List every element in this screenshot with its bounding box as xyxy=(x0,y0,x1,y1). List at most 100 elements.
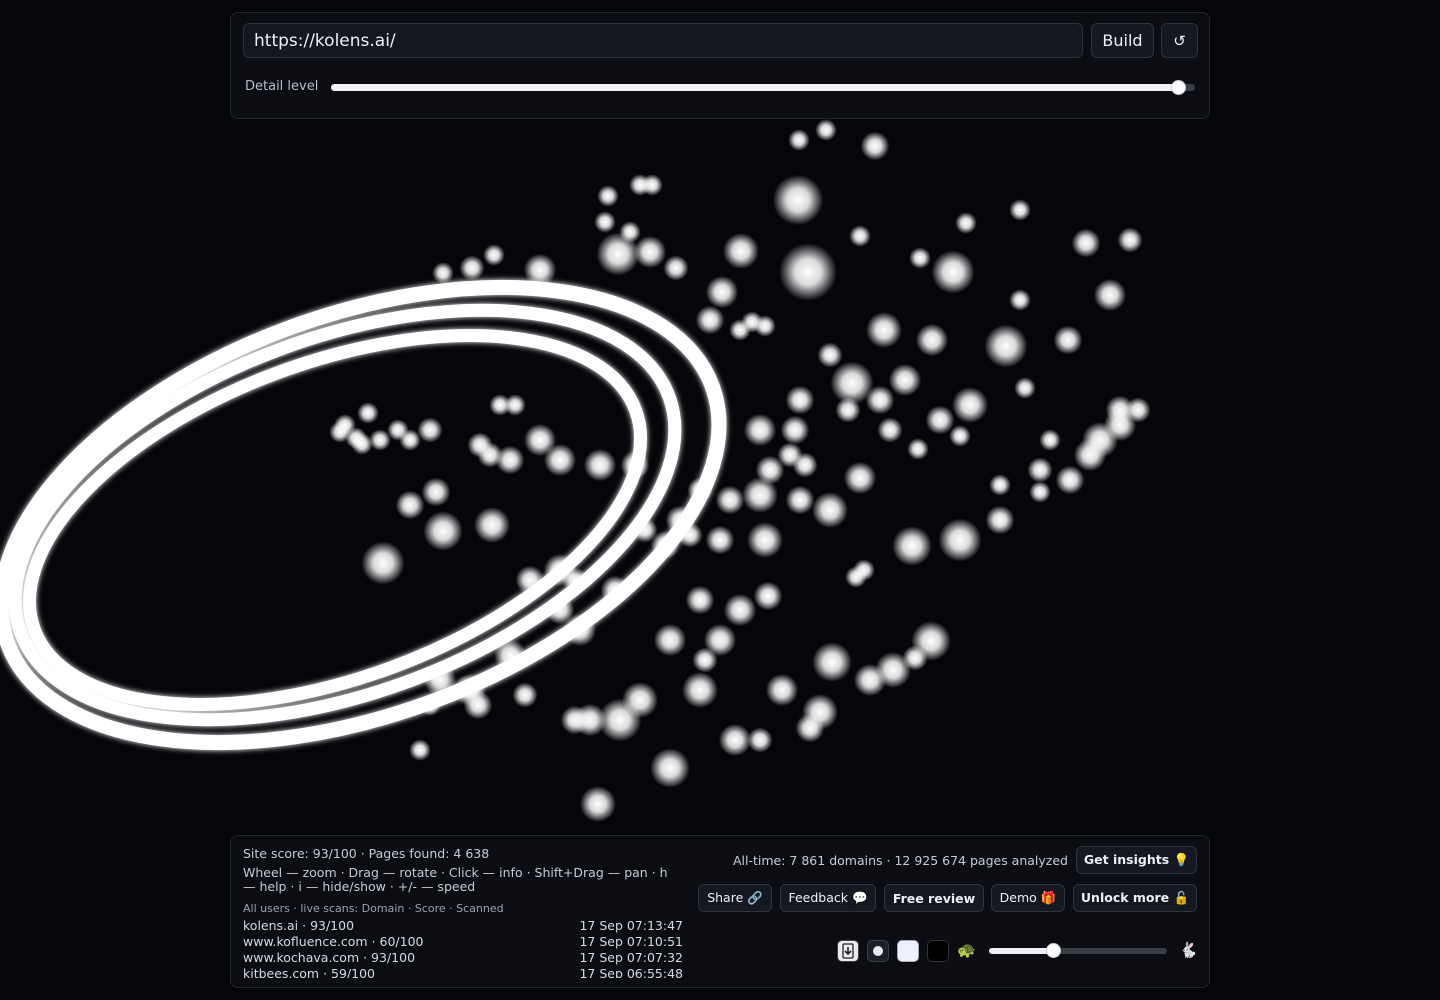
graph-node xyxy=(423,511,463,551)
graph-node xyxy=(583,448,617,482)
graph-node xyxy=(1053,325,1083,355)
graph-node xyxy=(619,221,641,243)
graph-node xyxy=(925,405,955,435)
get-insights-button[interactable]: Get insights 💡 xyxy=(1076,846,1197,874)
graph-node xyxy=(493,638,527,672)
detail-level-label: Detail level xyxy=(245,79,319,94)
speed-slider[interactable] xyxy=(989,943,1167,958)
graph-node xyxy=(663,255,689,281)
graph-node xyxy=(421,477,451,507)
graph-node xyxy=(815,119,837,141)
graph-node xyxy=(888,363,922,397)
list-item[interactable]: kitbees.com · 59/100 17 Sep 06:55:48 xyxy=(243,966,683,978)
graph-node xyxy=(843,461,877,495)
scan-domain: www.kofluence.com · 60/100 xyxy=(243,934,424,949)
rabbit-icon: 🐇 xyxy=(1179,941,1198,959)
alltime-stats: All-time: 7 861 domains · 12 925 674 pag… xyxy=(733,853,1068,868)
graph-node xyxy=(687,477,713,503)
graph-node xyxy=(1103,408,1137,442)
graph-node xyxy=(915,323,949,357)
graph-node xyxy=(785,385,815,415)
reset-icon[interactable]: ↺ xyxy=(1161,23,1198,58)
share-button[interactable]: Share 🔗 xyxy=(698,884,772,912)
graph-node xyxy=(409,739,431,761)
build-button[interactable]: Build xyxy=(1091,23,1154,58)
graph-node xyxy=(474,507,510,543)
graph-node xyxy=(682,672,718,708)
graph-node xyxy=(705,275,739,309)
list-item[interactable]: www.kochava.com · 93/100 17 Sep 07:07:32 xyxy=(243,950,683,966)
graph-node xyxy=(723,593,757,627)
graph-node xyxy=(723,233,759,269)
graph-node xyxy=(985,505,1015,535)
graph-node xyxy=(835,397,861,423)
graph-node xyxy=(543,443,577,477)
graph-node xyxy=(860,131,890,161)
live-scans-list[interactable]: kolens.ai · 93/100 17 Sep 07:13:47 www.k… xyxy=(243,918,683,978)
graph-node xyxy=(463,690,493,720)
list-item[interactable]: kolens.ai · 93/100 17 Sep 07:13:47 xyxy=(243,918,683,934)
graph-node xyxy=(984,324,1028,368)
graph-node xyxy=(1009,289,1031,311)
graph-node xyxy=(620,450,650,480)
graph-node xyxy=(779,243,837,301)
graph-node xyxy=(361,541,405,585)
graph-node xyxy=(1039,429,1061,451)
graph-node xyxy=(483,244,505,266)
graph-node xyxy=(395,490,425,520)
graph-ring-clusters xyxy=(0,279,727,751)
url-input[interactable] xyxy=(243,23,1083,58)
scan-time: 17 Sep 07:07:32 xyxy=(579,950,683,965)
feedback-button[interactable]: Feedback 💬 xyxy=(780,884,876,912)
graph-node xyxy=(715,485,745,515)
graph-node xyxy=(788,129,810,151)
scan-time: 17 Sep 06:55:48 xyxy=(579,966,683,978)
unlock-more-button[interactable]: Unlock more 🔓 xyxy=(1073,884,1197,912)
graph-node xyxy=(459,255,485,281)
graph-node xyxy=(849,225,871,247)
graph-node xyxy=(785,485,815,515)
graph-node xyxy=(563,613,597,647)
free-review-button[interactable]: Free review xyxy=(884,884,984,912)
scan-time: 17 Sep 07:10:51 xyxy=(579,934,683,949)
graph-node xyxy=(949,425,971,447)
graph-node xyxy=(931,250,975,294)
graph-node xyxy=(866,312,902,348)
graph-node xyxy=(765,673,799,707)
speed-thumb[interactable] xyxy=(1046,943,1062,958)
graph-node xyxy=(817,342,843,368)
graph-node xyxy=(892,526,932,566)
node-size-icon[interactable] xyxy=(867,940,889,962)
demo-button[interactable]: Demo 🎁 xyxy=(991,884,1065,912)
graph-node xyxy=(423,663,457,697)
graph-node xyxy=(907,438,929,460)
top-panel: Build ↺ Detail level xyxy=(230,12,1210,119)
graph-node xyxy=(909,247,931,269)
graph-node xyxy=(695,305,725,335)
graph-node xyxy=(597,185,619,207)
graph-node xyxy=(1014,377,1036,399)
graph-node xyxy=(560,705,590,735)
graph-node xyxy=(580,786,616,822)
graph-node xyxy=(938,518,982,562)
light-theme-button[interactable] xyxy=(897,940,919,962)
graph-node xyxy=(1027,457,1053,483)
help-text: Wheel — zoom · Drag — rotate · Click — i… xyxy=(243,865,668,894)
download-glyph xyxy=(842,943,854,959)
graph-node xyxy=(633,235,667,269)
dark-theme-button[interactable] xyxy=(927,940,949,962)
detail-level-fill xyxy=(331,84,1178,91)
graph-node xyxy=(1055,465,1085,495)
graph-node xyxy=(989,474,1011,496)
graph-node xyxy=(1071,228,1101,258)
graph-node xyxy=(467,432,493,458)
detail-level-slider[interactable] xyxy=(331,80,1195,95)
graph-node xyxy=(1117,227,1143,253)
graph-node xyxy=(419,694,441,716)
list-item[interactable]: www.kofluence.com · 60/100 17 Sep 07:10:… xyxy=(243,934,683,950)
detail-level-thumb[interactable] xyxy=(1170,80,1186,95)
graph-node xyxy=(795,713,825,743)
turtle-icon: 🐢 xyxy=(957,941,976,959)
graph-node xyxy=(705,525,735,555)
download-icon[interactable] xyxy=(837,940,859,962)
